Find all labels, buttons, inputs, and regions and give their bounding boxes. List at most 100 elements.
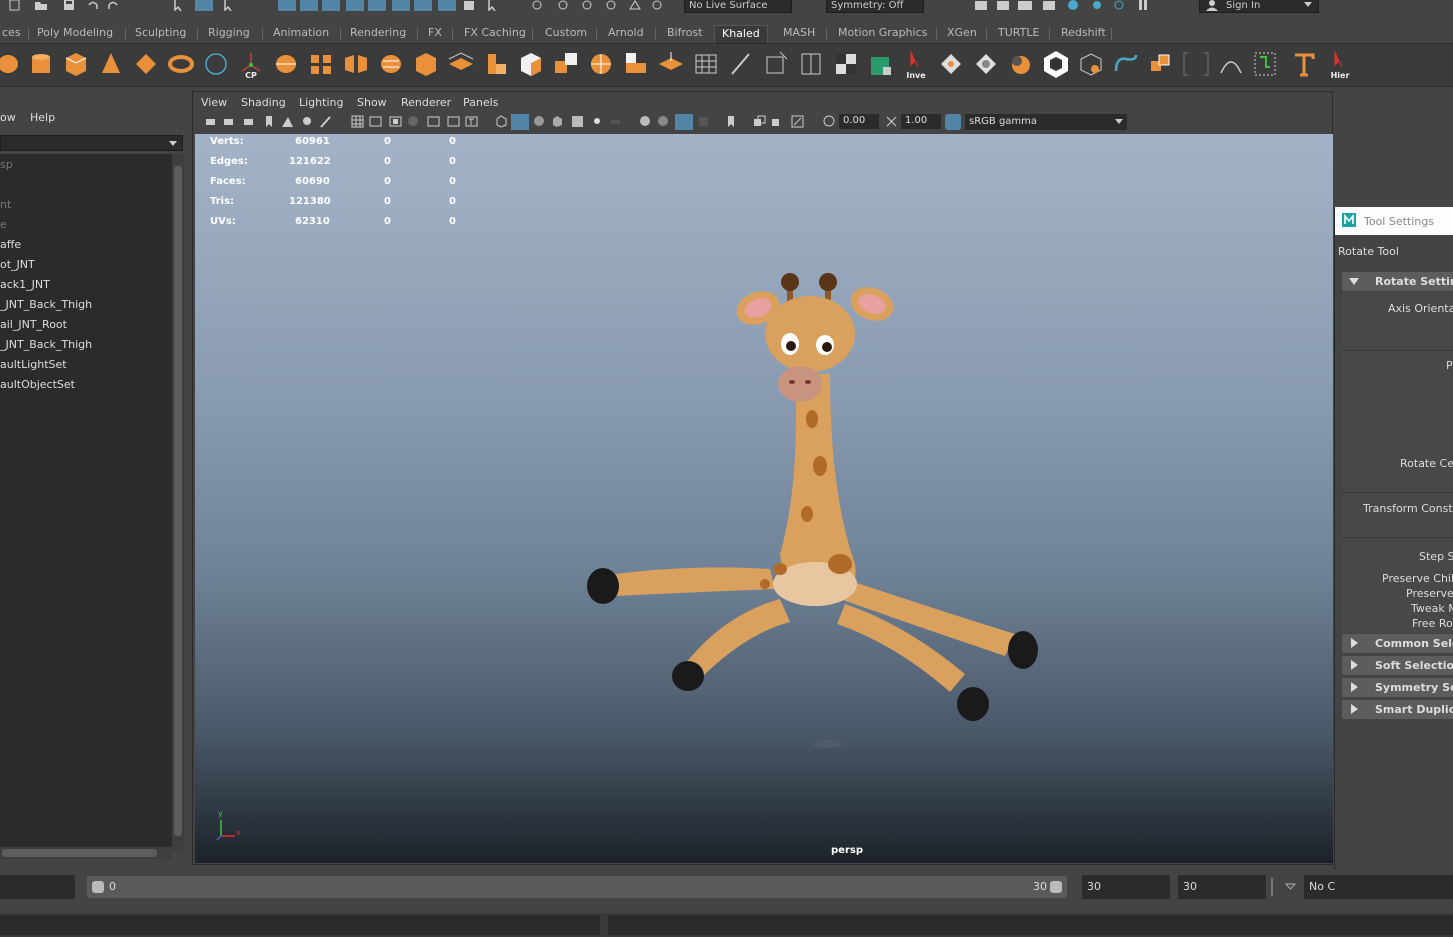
image-plane-icon[interactable] <box>263 115 276 128</box>
smooth-shade-icon[interactable] <box>511 114 529 130</box>
outliner-item[interactable]: ack1_JNT <box>0 278 50 291</box>
soft-select-icon[interactable] <box>604 0 618 11</box>
poly-plane-icon[interactable] <box>132 49 160 79</box>
transform-box-icon[interactable] <box>762 49 790 79</box>
exposure-icon[interactable] <box>823 115 836 128</box>
extrude-icon[interactable] <box>447 49 475 79</box>
tab-turtle[interactable]: TURTLE <box>996 25 1041 43</box>
lock-camera-icon[interactable] <box>223 115 236 128</box>
film-gate-icon[interactable] <box>369 115 382 128</box>
bookmark-camera-icon[interactable] <box>243 115 256 128</box>
magnet-icon[interactable] <box>556 0 570 11</box>
tab-curves[interactable]: ces <box>0 25 23 43</box>
tool-settings-titlebar[interactable]: Tool Settings <box>1335 207 1453 235</box>
anti-alias-icon[interactable] <box>675 114 693 130</box>
tab-redshift[interactable]: Redshift <box>1059 25 1108 43</box>
nurbs-circle-icon[interactable] <box>202 49 230 79</box>
shadows-icon[interactable] <box>609 115 622 128</box>
gate-mask-icon[interactable] <box>407 115 420 128</box>
outliner-item[interactable]: _JNT_Back_Thigh <box>0 338 92 351</box>
range-slider[interactable]: 0 30 <box>87 876 1067 898</box>
outliner-vertical-scrollbar[interactable] <box>172 154 184 851</box>
snap-view-icon[interactable] <box>346 0 364 11</box>
default-material-icon[interactable] <box>533 115 546 128</box>
poly-cube-icon[interactable] <box>62 49 90 79</box>
menu-panels[interactable]: Panels <box>463 96 498 109</box>
grid-icon[interactable] <box>692 49 720 79</box>
snap-edge-icon[interactable] <box>414 0 432 11</box>
poly-torus-icon[interactable] <box>167 49 195 79</box>
separate-icon[interactable] <box>307 49 335 79</box>
transform-icon[interactable] <box>650 0 664 11</box>
symmetry-icon[interactable] <box>580 0 594 11</box>
two-d-pan-icon[interactable] <box>281 115 294 128</box>
snap-vertex-icon[interactable] <box>392 0 410 11</box>
pencil-icon[interactable] <box>727 49 755 79</box>
pencil-icon[interactable] <box>319 115 332 128</box>
save-scene-icon[interactable] <box>62 0 76 11</box>
redo-icon[interactable] <box>106 0 120 11</box>
render-settings-icon[interactable] <box>1042 0 1056 11</box>
snap-grid-icon[interactable] <box>278 0 296 11</box>
light-editor-icon[interactable] <box>1112 0 1126 11</box>
hex-icon[interactable] <box>1042 49 1070 79</box>
depth-of-field-icon[interactable] <box>697 115 710 128</box>
tab-rendering[interactable]: Rendering <box>348 25 408 43</box>
motion-blur-icon[interactable] <box>657 115 670 128</box>
render-view-icon[interactable] <box>974 0 988 11</box>
scrollbar-thumb[interactable] <box>174 166 182 836</box>
isolate-select-icon[interactable] <box>725 115 738 128</box>
range-handle-left[interactable] <box>92 881 104 893</box>
mirror-icon[interactable] <box>342 49 370 79</box>
select-mode-active-icon[interactable] <box>195 0 213 11</box>
grease-pencil-icon[interactable] <box>301 115 314 128</box>
section-soft-selection[interactable]: Soft Selection <box>1342 656 1453 675</box>
new-scene-icon[interactable] <box>8 0 22 11</box>
pivot-tool-icon[interactable] <box>972 49 1000 79</box>
color-management-icon[interactable] <box>945 114 961 130</box>
ipr-render-icon[interactable] <box>1018 0 1032 11</box>
outliner-item[interactable]: affe <box>0 238 21 251</box>
bevel-icon[interactable] <box>517 49 545 79</box>
select-camera-icon[interactable] <box>205 115 218 128</box>
menu-show[interactable]: ow <box>0 111 16 124</box>
multi-cut-icon[interactable] <box>587 49 615 79</box>
color-space-select[interactable]: sRGB gamma <box>965 114 1127 130</box>
bounding-box-icon[interactable] <box>797 49 825 79</box>
gamma-field[interactable]: 1.00 <box>901 114 941 129</box>
field-chart-icon[interactable] <box>427 115 440 128</box>
3d-viewport[interactable]: Verts: 60961 0 0 Edges: 121622 0 0 Faces… <box>195 134 1333 863</box>
material-icon[interactable] <box>867 49 895 79</box>
safe-action-icon[interactable] <box>447 115 460 128</box>
wireframe-icon[interactable] <box>495 115 508 128</box>
outliner-item[interactable]: ail_JNT_Root <box>0 318 67 331</box>
menu-lighting[interactable]: Lighting <box>299 96 343 109</box>
tab-fx-caching[interactable]: FX Caching <box>462 25 528 43</box>
text-tool-icon[interactable] <box>1290 49 1318 79</box>
tab-khaled[interactable]: Khaled <box>714 25 768 43</box>
pause-viewport-icon[interactable] <box>1136 0 1150 11</box>
chevron-down-icon[interactable] <box>1285 883 1296 891</box>
poly-cylinder-icon[interactable] <box>27 49 55 79</box>
outliner-horizontal-scrollbar[interactable] <box>0 847 172 859</box>
playback-end-field[interactable]: 30 <box>1178 875 1266 899</box>
xray-active-icon[interactable] <box>771 115 784 128</box>
outliner-item[interactable]: nt <box>0 198 11 211</box>
outliner-item[interactable]: aultObjectSet <box>0 378 75 391</box>
bracket-icon[interactable] <box>1182 49 1210 79</box>
bridge-icon[interactable] <box>482 49 510 79</box>
xray-joints-icon[interactable] <box>753 115 766 128</box>
open-scene-icon[interactable] <box>34 0 48 11</box>
giraffe-model[interactable] <box>575 204 1065 764</box>
exposure-field[interactable]: 0.00 <box>839 114 879 129</box>
section-common-selection[interactable]: Common Select <box>1342 634 1453 653</box>
tab-arnold[interactable]: Arnold <box>606 25 646 43</box>
grid-toggle-icon[interactable] <box>351 115 364 128</box>
gamma-icon[interactable] <box>885 115 898 128</box>
paint-select-icon[interactable] <box>222 0 236 11</box>
outliner-list[interactable]: sp nt e affe ot_JNT ack1_JNT _JNT_Back_T… <box>0 154 172 854</box>
center-pivot-icon[interactable]: CP <box>237 49 265 80</box>
tab-fx[interactable]: FX <box>426 25 444 43</box>
combine-icon[interactable] <box>272 49 300 79</box>
symmetry-field[interactable]: Symmetry: Off <box>826 0 924 13</box>
